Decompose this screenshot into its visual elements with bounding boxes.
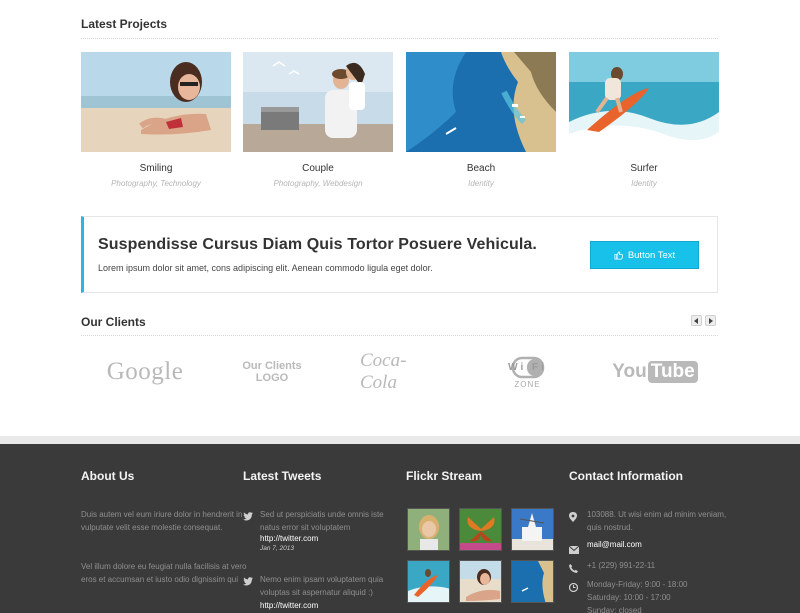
client-logo-text: LOGO: [255, 371, 289, 384]
tweet-date: Jan 7, 2013: [260, 545, 294, 552]
client-logo-text: Tube: [647, 361, 698, 383]
flickr-thumb[interactable]: [459, 508, 502, 551]
contact-hours-line: Monday-Friday: 9:00 - 18:00: [587, 580, 688, 589]
project-card-surfer[interactable]: Surfer Identity: [569, 52, 719, 188]
footer: About Us Duis autem vel eum iriure dolor…: [0, 444, 800, 613]
client-logo-cocacola[interactable]: Coca-Cola: [360, 350, 435, 394]
project-tags: Photography, Technology: [111, 179, 201, 188]
callout-box: Suspendisse Cursus Diam Quis Tortor Posu…: [81, 216, 718, 293]
flickr-thumb[interactable]: [459, 560, 502, 603]
contact-hours-line: Saturday: 10:00 - 17:00: [587, 593, 671, 602]
footer-about-title: About Us: [81, 469, 135, 483]
client-logo-text: Our Clients: [242, 359, 302, 372]
client-logo-youtube[interactable]: You Tube: [612, 350, 698, 394]
footer-contact-title: Contact Information: [569, 469, 683, 483]
our-clients-title: Our Clients: [81, 315, 146, 329]
latest-projects-title: Latest Projects: [81, 17, 168, 31]
flickr-thumb[interactable]: [511, 560, 554, 603]
project-thumbnail[interactable]: [406, 52, 556, 152]
client-logo-text: Wi Fi: [508, 362, 547, 373]
phone-icon: [569, 560, 578, 578]
project-thumbnail[interactable]: [243, 52, 393, 152]
tweet-text-body: Nemo enim ipsam voluptatem quia voluptas…: [260, 575, 384, 597]
clock-icon: [568, 579, 579, 597]
client-logo-text: You: [612, 361, 647, 382]
chevron-right-icon: [709, 317, 713, 324]
callout-button-label: Button Text: [627, 249, 676, 261]
flickr-thumb[interactable]: [511, 508, 554, 551]
thumbs-up-icon: [614, 250, 623, 260]
section-divider: [81, 335, 718, 336]
footer-about-paragraph: Duis autem vel eum iriure dolor in hendr…: [81, 510, 243, 532]
callout-button[interactable]: Button Text: [590, 241, 699, 269]
contact-phone-text: +1 (229) 991-22-11: [587, 561, 656, 570]
project-card-beach[interactable]: Beach Identity: [406, 52, 556, 188]
contact-hours-text: Monday-Friday: 9:00 - 18:00 Saturday: 10…: [587, 578, 737, 613]
project-card-smiling[interactable]: Smiling Photography, Technology: [81, 52, 231, 188]
tweet-link[interactable]: http://twitter.com: [260, 534, 395, 543]
project-tags: Identity: [468, 179, 494, 188]
footer-top-band: [0, 436, 800, 444]
twitter-icon: [243, 573, 253, 591]
map-pin-icon: [569, 509, 577, 527]
contact-hours-line: Sunday: closed: [587, 606, 642, 613]
carousel-prev-button[interactable]: [691, 315, 702, 326]
project-title[interactable]: Beach: [406, 163, 556, 174]
contact-address-text: 103088. Ut wisi enim ad minim veniam, qu…: [587, 510, 727, 532]
project-title[interactable]: Couple: [243, 163, 393, 174]
contact-email-link[interactable]: mail@mail.com: [587, 540, 737, 549]
clients-carousel-nav: [691, 315, 716, 326]
footer-tweets-title: Latest Tweets: [243, 469, 322, 483]
footer-flickr-title: Flickr Stream: [406, 469, 483, 483]
project-card-couple[interactable]: Couple Photography, Webdesign: [243, 52, 393, 188]
flickr-thumb[interactable]: [407, 508, 450, 551]
callout-title: Suspendisse Cursus Diam Quis Tortor Posu…: [98, 236, 537, 253]
project-tags: Photography, Webdesign: [273, 179, 363, 188]
project-thumbnail[interactable]: [81, 52, 231, 152]
callout-text: Lorem ipsum dolor sit amet, cons adipisc…: [98, 263, 433, 273]
section-divider: [81, 38, 718, 39]
carousel-next-button[interactable]: [705, 315, 716, 326]
footer-about-paragraph: Vel illum dolore eu feugiat nulla facili…: [81, 562, 247, 584]
envelope-icon: [568, 541, 580, 559]
project-thumbnail[interactable]: [569, 52, 719, 152]
client-logo-ourclients[interactable]: Our Clients LOGO: [235, 350, 309, 394]
tweet-link[interactable]: http://twitter.com: [260, 601, 318, 610]
client-logo-google[interactable]: Google: [100, 350, 190, 394]
client-logo-wifi[interactable]: Wi Fi ZONE: [500, 350, 555, 394]
tweet-text: Sed ut perspiciatis unde omnis iste natu…: [260, 510, 384, 532]
project-tags: Identity: [631, 179, 657, 188]
chevron-left-icon: [694, 317, 698, 324]
project-title[interactable]: Surfer: [569, 163, 719, 174]
twitter-icon: [243, 508, 253, 526]
flickr-thumb[interactable]: [407, 560, 450, 603]
tweet-text: Nemo enim ipsam voluptatem quia voluptas…: [260, 573, 395, 612]
client-logo-text: ZONE: [514, 380, 541, 389]
project-title[interactable]: Smiling: [81, 163, 231, 174]
